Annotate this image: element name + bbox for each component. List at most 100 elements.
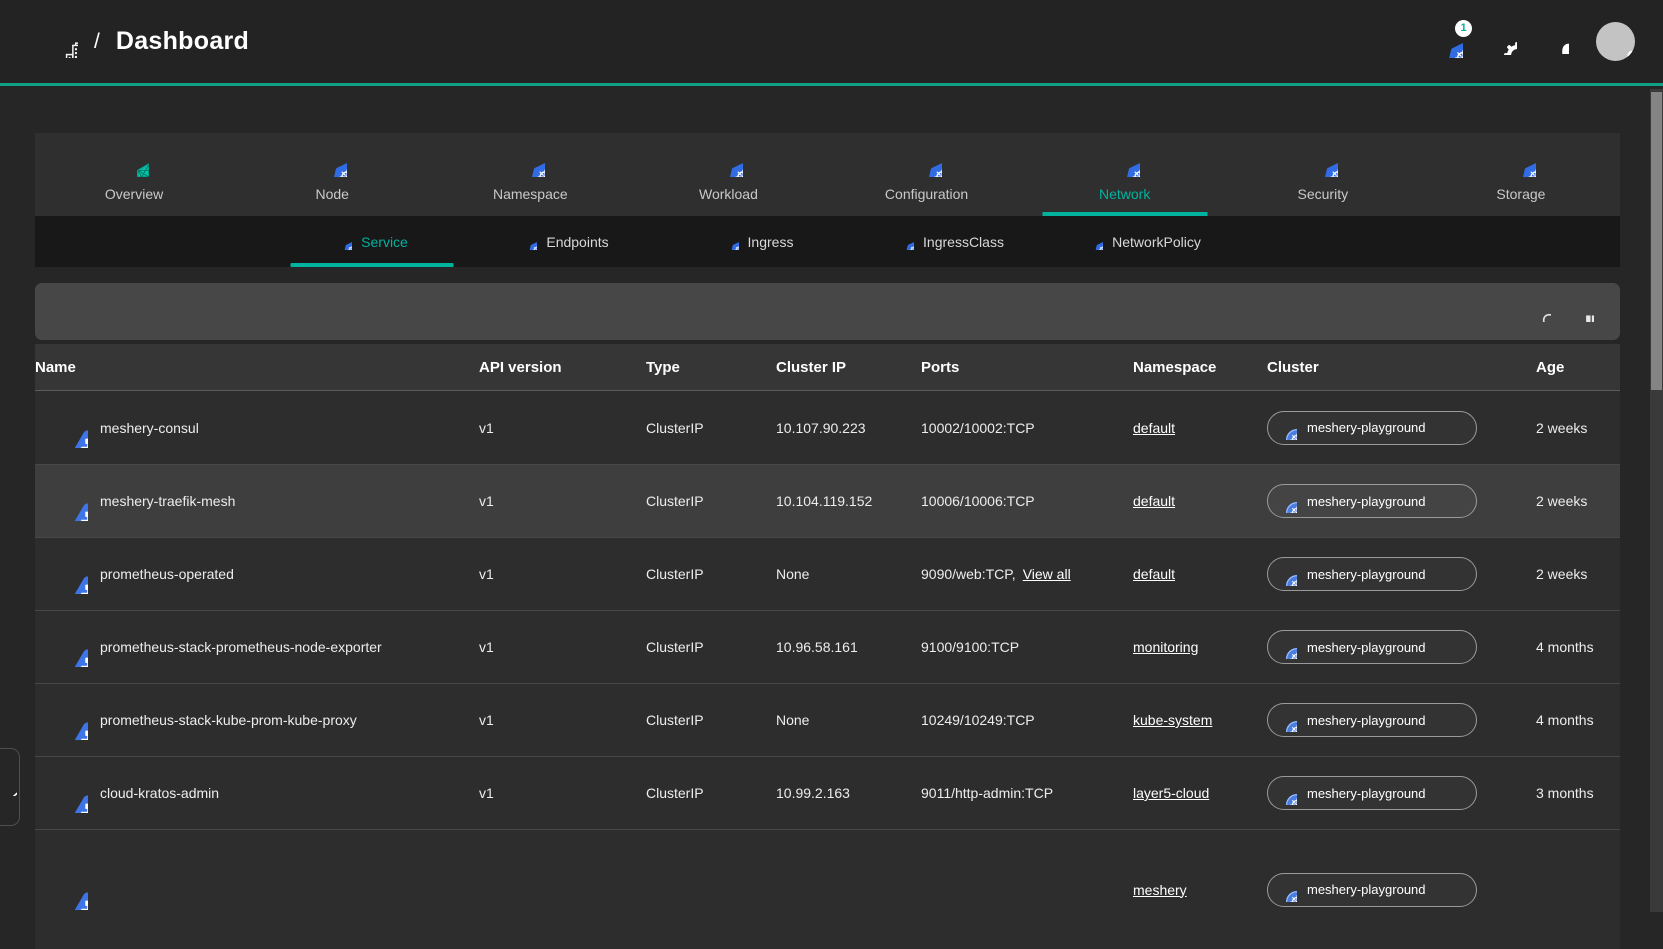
scrollbar-thumb[interactable]: [1651, 92, 1662, 390]
column-header-namespace: Namespace: [1133, 359, 1267, 376]
k8s-icon: [713, 147, 743, 177]
kubernetes-icon: [1086, 233, 1103, 250]
api-version: v1: [479, 566, 646, 582]
scrollbar-track[interactable]: [1650, 89, 1663, 912]
tab-namespace[interactable]: Namespace: [431, 133, 629, 216]
service-icon: [48, 700, 88, 740]
kubernetes-icon: [1273, 562, 1297, 586]
meshery-icon: [119, 147, 149, 177]
kubernetes-icon: [1273, 878, 1297, 902]
cluster-ip: None: [776, 712, 921, 728]
subtab-service[interactable]: Service: [275, 216, 468, 267]
settings-button[interactable]: [1490, 28, 1517, 55]
table-row[interactable]: prometheus-stack-prometheus-node-exporte…: [35, 610, 1620, 683]
drawer-collapse-toggle[interactable]: [0, 748, 20, 826]
organization-icon[interactable]: [46, 26, 78, 58]
tab-overview[interactable]: Overview: [35, 133, 233, 216]
table-row[interactable]: prometheus-operated v1 ClusterIP None 90…: [35, 537, 1620, 610]
service-name: prometheus-operated: [100, 566, 234, 582]
subtab-ingressclass[interactable]: IngressClass: [854, 216, 1047, 267]
cluster-ip: None: [776, 566, 921, 582]
service-type: ClusterIP: [646, 420, 776, 436]
column-header-name: Name: [35, 359, 479, 376]
table-row[interactable]: meshery meshery-playground: [35, 829, 1620, 949]
table-toolbar: [35, 283, 1620, 340]
table-row[interactable]: prometheus-stack-kube-prom-kube-proxy v1…: [35, 683, 1620, 756]
service-icon: [48, 408, 88, 448]
cluster-chip[interactable]: meshery-playground: [1267, 776, 1477, 810]
subtab-endpoints[interactable]: Endpoints: [468, 216, 661, 267]
age: 3 months: [1536, 785, 1620, 801]
service-type: ClusterIP: [646, 639, 776, 655]
subtab-ingress[interactable]: Ingress: [661, 216, 854, 267]
kubernetes-icon: [897, 233, 914, 250]
service-icon: [48, 773, 88, 813]
notifications-button[interactable]: [1544, 29, 1569, 54]
k8s-icon: [1506, 147, 1536, 177]
cluster-chip[interactable]: meshery-playground: [1267, 411, 1477, 445]
namespace-link[interactable]: default: [1133, 420, 1175, 436]
k8s-icon: [1308, 147, 1338, 177]
column-header-api-version: API version: [479, 359, 646, 376]
kubernetes-icon: [722, 233, 739, 250]
cluster-chip[interactable]: meshery-playground: [1267, 484, 1477, 518]
namespace-link[interactable]: meshery: [1133, 882, 1187, 898]
service-type: ClusterIP: [646, 712, 776, 728]
api-version: v1: [479, 493, 646, 509]
cluster-chip[interactable]: meshery-playground: [1267, 557, 1477, 591]
search-button[interactable]: [1530, 301, 1551, 322]
kubernetes-icon: [1273, 635, 1297, 659]
tab-node[interactable]: Node: [233, 133, 431, 216]
column-header-cluster-ip: Cluster IP: [776, 359, 921, 376]
table-body: meshery-consul v1 ClusterIP 10.107.90.22…: [35, 390, 1620, 949]
view-all-link[interactable]: View all: [1023, 566, 1071, 582]
person-icon: [1599, 27, 1633, 61]
service-name: meshery-traefik-mesh: [100, 493, 235, 509]
subtab-networkpolicy[interactable]: NetworkPolicy: [1047, 216, 1240, 267]
age: 2 weeks: [1536, 493, 1620, 509]
tab-network[interactable]: Network: [1026, 133, 1224, 216]
service-name: prometheus-stack-prometheus-node-exporte…: [100, 639, 382, 655]
age: 4 months: [1536, 712, 1620, 728]
namespace-link[interactable]: monitoring: [1133, 639, 1198, 655]
k8s-icon: [317, 147, 347, 177]
service-name: prometheus-stack-kube-prom-kube-proxy: [100, 712, 357, 728]
namespace-link[interactable]: kube-system: [1133, 712, 1212, 728]
service-type: ClusterIP: [646, 493, 776, 509]
services-table: NameAPI versionTypeCluster IPPortsNamesp…: [35, 344, 1620, 949]
avatar[interactable]: [1596, 22, 1635, 61]
ports-value: 10002/10002:TCP: [921, 420, 1035, 436]
table-row[interactable]: cloud-kratos-admin v1 ClusterIP 10.99.2.…: [35, 756, 1620, 829]
tab-configuration[interactable]: Configuration: [828, 133, 1026, 216]
kubernetes-icon: [1273, 489, 1297, 513]
cluster-chip[interactable]: meshery-playground: [1267, 630, 1477, 664]
service-type: ClusterIP: [646, 785, 776, 801]
context-count-badge: 1: [1455, 20, 1472, 37]
service-name: cloud-kratos-admin: [100, 785, 219, 801]
column-header-age: Age: [1536, 359, 1620, 376]
breadcrumb: / Dashboard: [46, 26, 249, 58]
namespace-link[interactable]: default: [1133, 493, 1175, 509]
view-columns-button[interactable]: [1573, 301, 1594, 322]
namespace-link[interactable]: layer5-cloud: [1133, 785, 1209, 801]
column-header-ports: Ports: [921, 359, 1133, 376]
tab-storage[interactable]: Storage: [1422, 133, 1620, 216]
cluster-chip[interactable]: meshery-playground: [1267, 703, 1477, 737]
table-row[interactable]: meshery-traefik-mesh v1 ClusterIP 10.104…: [35, 464, 1620, 537]
cluster-ip: 10.96.58.161: [776, 639, 921, 655]
tab-security[interactable]: Security: [1224, 133, 1422, 216]
namespace-link[interactable]: default: [1133, 566, 1175, 582]
age: 2 weeks: [1536, 420, 1620, 436]
kubernetes-icon: [1273, 708, 1297, 732]
main-tabs: Overview Node Namespace Workload Configu…: [35, 133, 1620, 216]
tab-workload[interactable]: Workload: [629, 133, 827, 216]
api-version: v1: [479, 420, 646, 436]
table-row[interactable]: meshery-consul v1 ClusterIP 10.107.90.22…: [35, 391, 1620, 464]
cluster-ip: 10.107.90.223: [776, 420, 921, 436]
kubernetes-context-button[interactable]: 1: [1431, 26, 1463, 58]
service-name: meshery-consul: [100, 420, 199, 436]
cluster-ip: 10.104.119.152: [776, 493, 921, 509]
k8s-icon: [912, 147, 942, 177]
cluster-chip[interactable]: meshery-playground: [1267, 873, 1477, 907]
breadcrumb-separator: /: [94, 30, 100, 54]
